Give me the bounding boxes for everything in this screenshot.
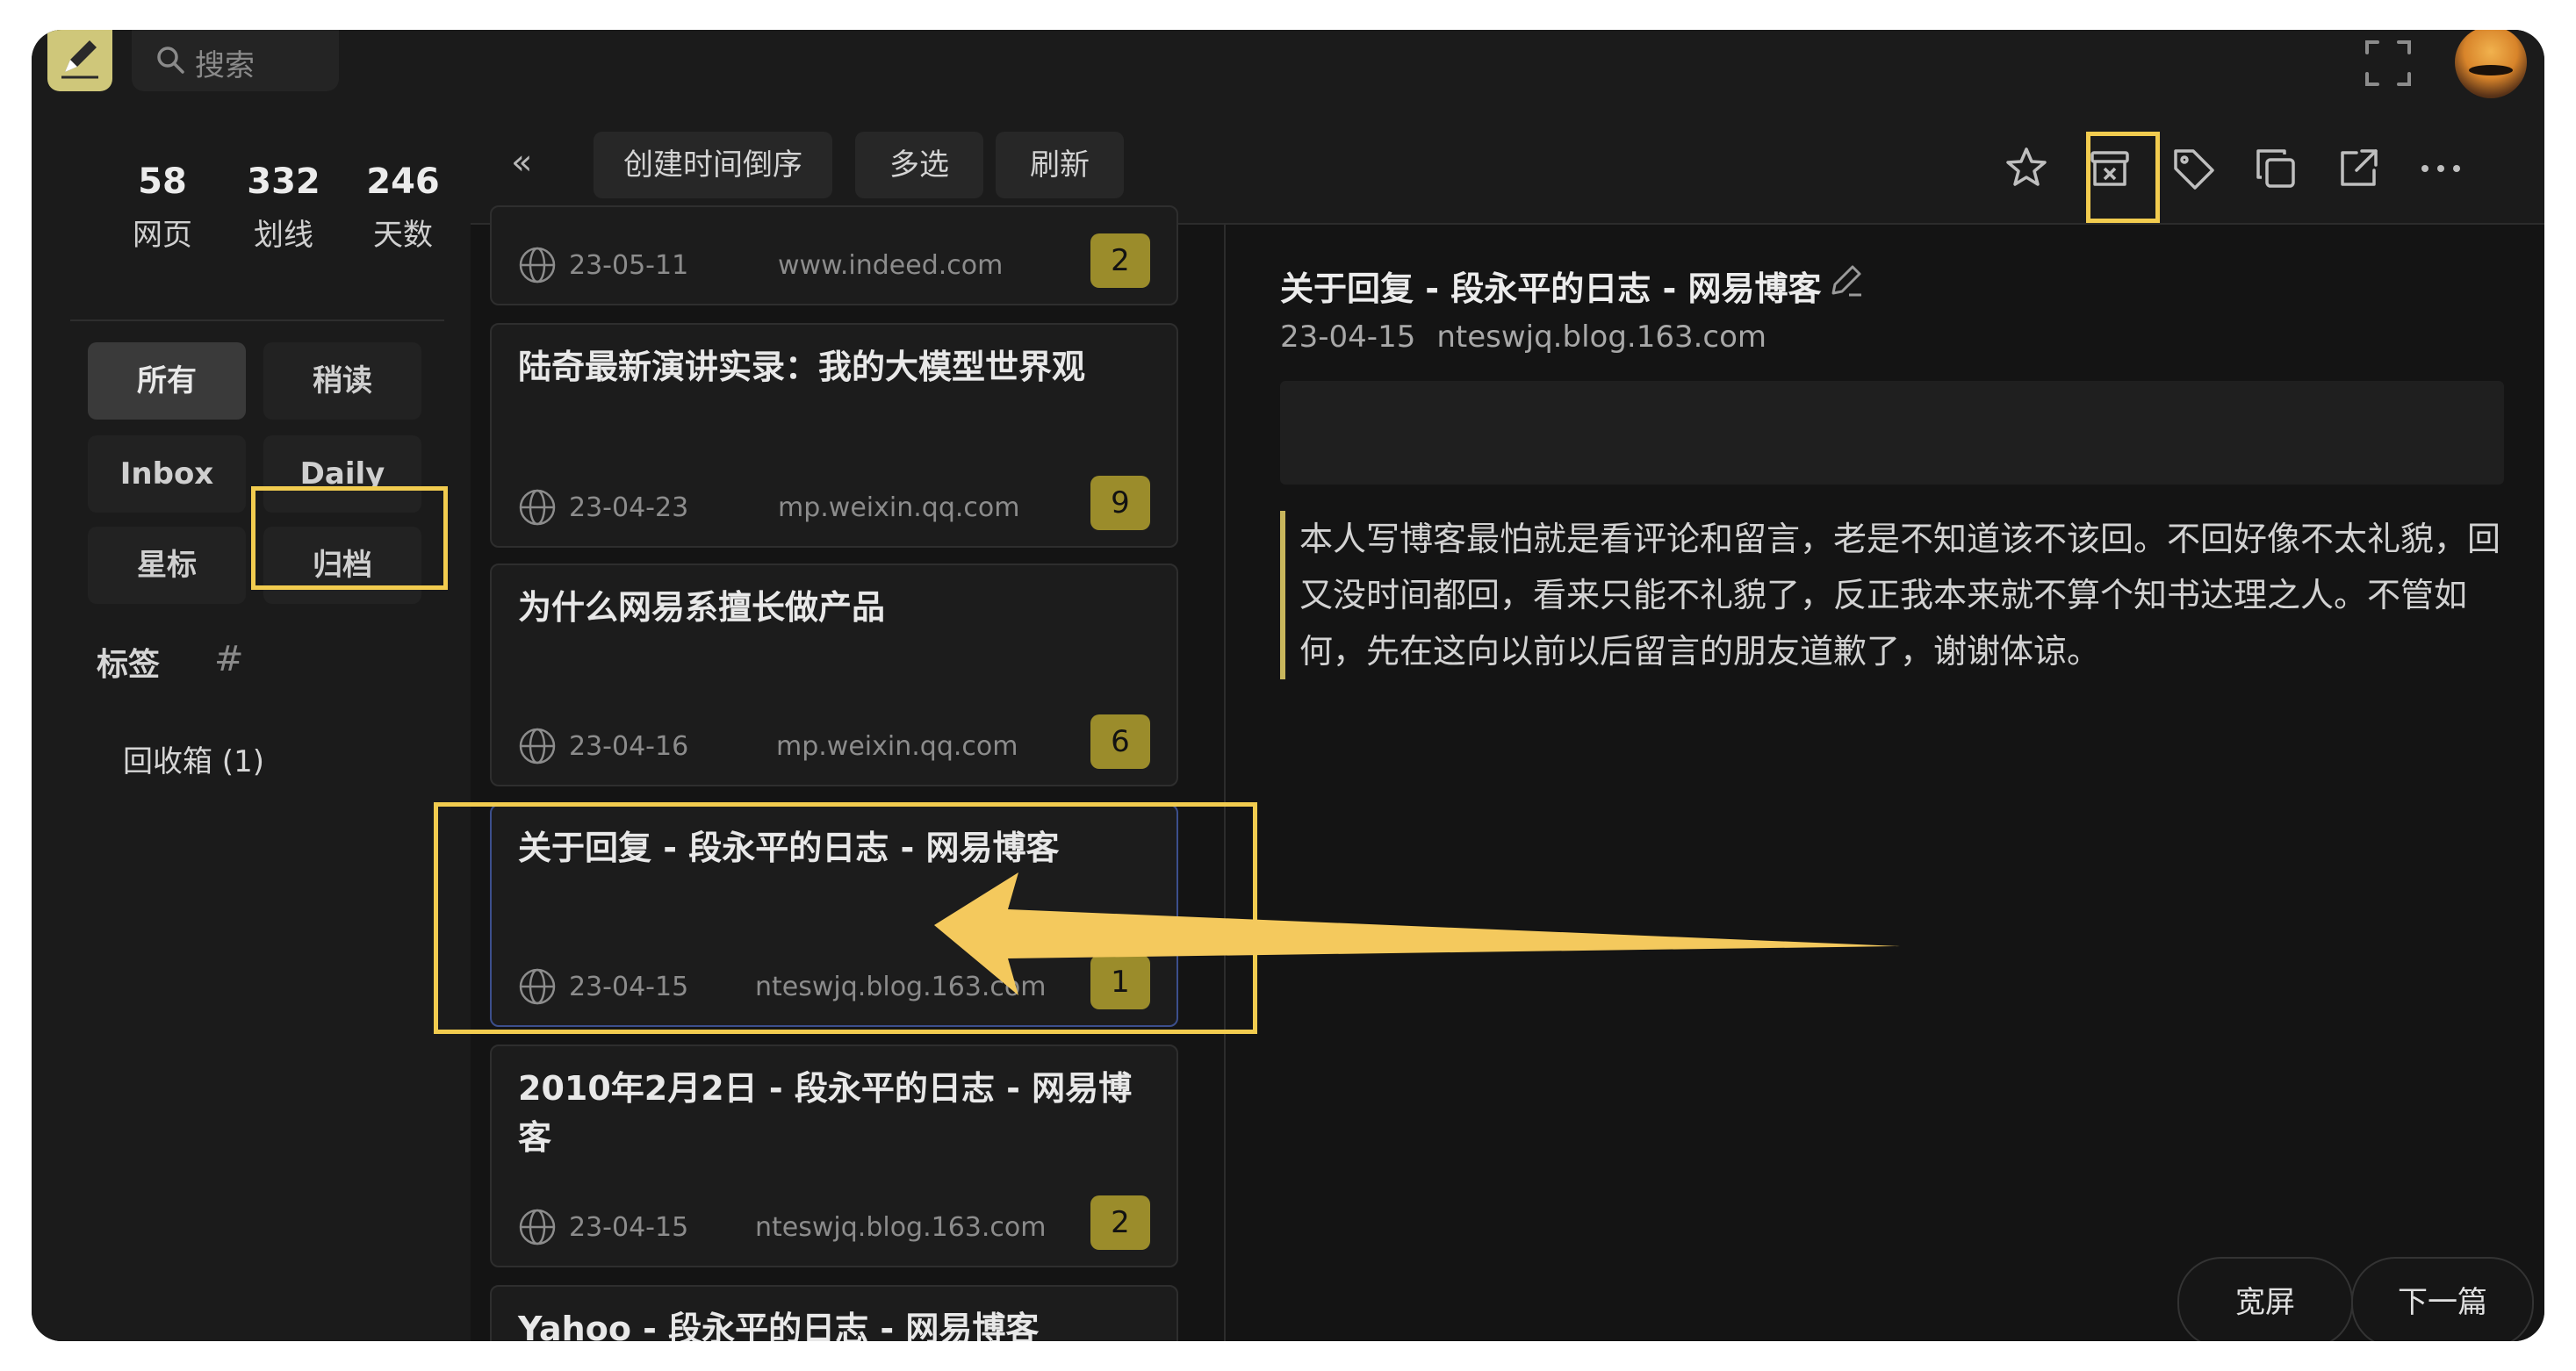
app-window: 搜索 58 网页 332 划线 246 天数 所有 稍读 Inbox Daily…: [32, 30, 2544, 1341]
stat-highlights: 332 划线: [227, 162, 341, 254]
list-item[interactable]: Yahoo - 段永平的日志 - 网易博客: [490, 1285, 1178, 1341]
globe-icon: [519, 247, 556, 284]
add-tag-icon[interactable]: #: [214, 639, 244, 679]
item-domain: www.indeed.com: [778, 249, 1004, 281]
article-date: 23-04-15: [1280, 319, 1416, 355]
stat-label: 网页: [133, 218, 192, 253]
refresh-button[interactable]: 刷新: [996, 132, 1124, 198]
item-title: 陆奇最新演讲实录：我的大模型世界观: [518, 348, 1086, 386]
item-meta: 23-04-16 mp.weixin.qq.com: [518, 727, 1018, 765]
item-domain: mp.weixin.qq.com: [778, 492, 1020, 523]
widescreen-button[interactable]: 宽屏: [2177, 1257, 2353, 1341]
highlight-count-badge: 9: [1090, 476, 1150, 530]
column-divider: [1224, 223, 1226, 1341]
sidebar: 58 网页 332 划线 246 天数 所有 稍读 Inbox Daily 星标…: [32, 112, 471, 1341]
highlight-count-badge: 2: [1090, 233, 1150, 288]
highlight-box-selected-item: [434, 802, 1257, 1034]
stat-number: 332: [247, 162, 320, 202]
sidebar-divider: [70, 319, 444, 321]
collapse-sidebar-icon[interactable]: «: [511, 142, 532, 183]
item-domain: mp.weixin.qq.com: [776, 730, 1018, 762]
sort-button[interactable]: 创建时间倒序: [594, 132, 832, 198]
app-logo-icon[interactable]: [47, 30, 112, 91]
star-icon[interactable]: [2000, 142, 2053, 195]
article-image-placeholder: [1280, 381, 2504, 485]
highlight-count-badge: 6: [1090, 714, 1150, 769]
article-domain[interactable]: nteswjq.blog.163.com: [1436, 319, 1767, 355]
tag-icon[interactable]: [2167, 142, 2220, 195]
avatar[interactable]: [2455, 30, 2527, 98]
globe-icon: [519, 728, 556, 764]
filter-read-later[interactable]: 稍读: [263, 342, 421, 420]
article-quote: 本人写博客最怕就是看评论和留言，老是不知道该不该回。不回好像不太礼貌，回又没时间…: [1280, 511, 2529, 679]
filter-all[interactable]: 所有: [88, 342, 246, 420]
multi-select-button[interactable]: 多选: [855, 132, 983, 198]
item-title: Yahoo - 段永平的日志 - 网易博客: [518, 1310, 1040, 1341]
item-date: 23-04-16: [569, 730, 689, 762]
next-article-button[interactable]: 下一篇: [2351, 1257, 2534, 1341]
trash-link[interactable]: 回收箱 (1): [123, 737, 264, 780]
item-date: 23-04-15: [569, 1211, 689, 1243]
list-item[interactable]: 23-05-11 www.indeed.com 2: [490, 205, 1178, 305]
filter-inbox[interactable]: Inbox: [88, 435, 246, 513]
globe-icon: [519, 1209, 556, 1245]
item-date: 23-04-23: [569, 492, 689, 523]
list-item[interactable]: 陆奇最新演讲实录：我的大模型世界观 23-04-23 mp.weixin.qq.…: [490, 323, 1178, 548]
stat-pages: 58 网页: [105, 162, 219, 254]
open-external-icon[interactable]: [2332, 142, 2385, 195]
reader-pane: 关于回复 - 段永平的日志 - 网易博客 23-04-15 nteswjq.blo…: [1227, 112, 2544, 1341]
stat-label: 天数: [373, 218, 433, 253]
highlight-box-archive-icon: [2086, 132, 2160, 223]
article-title: 关于回复 - 段永平的日志 - 网易博客: [1280, 269, 1822, 308]
reader-toolbar: [1227, 112, 2544, 225]
tags-heading: 标签: [97, 647, 161, 683]
highlight-count-badge: 2: [1090, 1195, 1150, 1250]
item-meta: 23-05-11 www.indeed.com: [518, 246, 1003, 284]
item-meta: 23-04-23 mp.weixin.qq.com: [518, 488, 1019, 527]
item-date: 23-05-11: [569, 249, 689, 281]
article-list: « 创建时间倒序 多选 刷新 23-05-11 www.indeed.com 2…: [471, 112, 1227, 1341]
search-placeholder: 搜索: [195, 48, 255, 83]
article-meta: 23-04-15 nteswjq.blog.163.com: [1280, 319, 1767, 355]
stat-days: 246 天数: [346, 162, 460, 254]
fullscreen-icon[interactable]: [2364, 39, 2413, 91]
stat-number: 246: [366, 162, 440, 202]
list-item[interactable]: 为什么网易系擅长做产品 23-04-16 mp.weixin.qq.com 6: [490, 563, 1178, 786]
stat-label: 划线: [254, 218, 313, 253]
search-icon: [157, 47, 184, 74]
list-item[interactable]: 2010年2月2日 - 段永平的日志 - 网易博客 23-04-15 ntesw…: [490, 1044, 1178, 1267]
item-title: 为什么网易系擅长做产品: [518, 588, 886, 627]
edit-title-icon[interactable]: [1826, 260, 1867, 300]
copy-icon[interactable]: [2249, 142, 2302, 195]
globe-icon: [519, 489, 556, 526]
more-icon[interactable]: [2414, 142, 2467, 195]
item-title: 2010年2月2日 - 段永平的日志 - 网易博客: [518, 1069, 1133, 1157]
item-domain: nteswjq.blog.163.com: [755, 1211, 1047, 1243]
search-input[interactable]: 搜索: [132, 30, 339, 91]
top-bar: 搜索: [32, 30, 2544, 112]
filter-starred[interactable]: 星标: [88, 527, 246, 604]
highlight-box-archive-filter: [251, 486, 448, 590]
item-meta: 23-04-15 nteswjq.blog.163.com: [518, 1208, 1047, 1246]
stat-number: 58: [138, 162, 187, 202]
